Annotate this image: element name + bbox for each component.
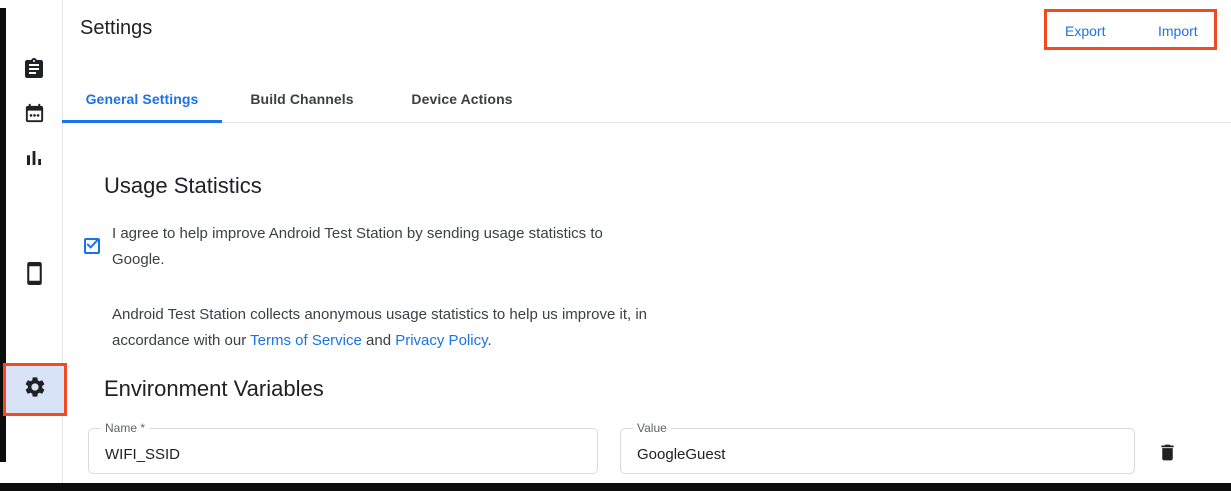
tab-label: General Settings: [86, 91, 199, 107]
usage-statistics-heading: Usage Statistics: [104, 172, 262, 200]
gear-icon: [23, 375, 47, 404]
value-input[interactable]: [621, 429, 1134, 473]
tab-build-channels[interactable]: Build Channels: [222, 75, 382, 122]
environment-variables-heading: Environment Variables: [104, 375, 324, 403]
page-title: Settings: [80, 16, 152, 40]
sidebar-item-settings-highlight[interactable]: [3, 363, 67, 416]
terms-of-service-link[interactable]: Terms of Service: [250, 332, 362, 349]
sidebar-item-reports[interactable]: [21, 145, 47, 171]
sidebar-item-test-plans[interactable]: [21, 56, 47, 82]
tab-general-settings[interactable]: General Settings: [62, 75, 222, 122]
sidebar-item-schedule[interactable]: [21, 100, 47, 126]
env-var-value-field: Value: [620, 428, 1135, 474]
tab-label: Device Actions: [411, 91, 512, 107]
usage-statistics-description: Android Test Station collects anonymous …: [112, 276, 752, 354]
description-text: and: [362, 332, 395, 349]
delete-env-var-button[interactable]: [1149, 438, 1185, 470]
tab-label: Build Channels: [250, 91, 353, 107]
import-button[interactable]: Import: [1158, 22, 1198, 40]
usage-statistics-checkbox-label[interactable]: I agree to help improve Android Test Sta…: [112, 221, 692, 273]
tab-device-actions[interactable]: Device Actions: [382, 75, 542, 122]
active-tab-underline: [62, 120, 222, 123]
sidebar-item-devices[interactable]: [21, 260, 47, 286]
description-text: .: [487, 332, 491, 349]
env-var-name-field: Name *: [88, 428, 598, 474]
checkmark-icon: [86, 237, 99, 255]
calendar-icon: [23, 102, 46, 125]
trash-icon: [1157, 442, 1178, 466]
usage-statistics-checkbox[interactable]: [84, 238, 100, 254]
smartphone-icon: [22, 261, 47, 286]
assignment-icon: [22, 57, 46, 81]
screenshot-frame-bottom: [0, 483, 1231, 491]
tab-bar: General Settings Build Channels Device A…: [62, 75, 1231, 123]
bar-chart-icon: [22, 146, 46, 170]
privacy-policy-link[interactable]: Privacy Policy: [395, 332, 487, 349]
export-button[interactable]: Export: [1065, 22, 1105, 40]
name-input[interactable]: [89, 429, 597, 473]
